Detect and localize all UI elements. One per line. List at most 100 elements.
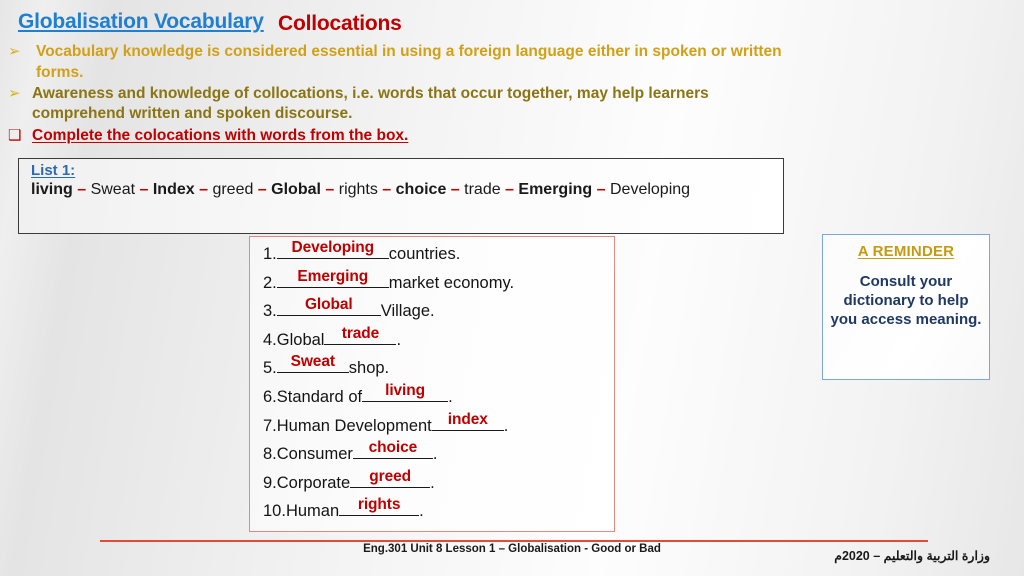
word-bank-item: Sweat [90, 181, 136, 199]
page-title: Collocations [278, 12, 402, 35]
bullet-1-line-2: forms. [36, 63, 84, 81]
bullet-1-line-1: Vocabulary knowledge is considered essen… [36, 43, 782, 60]
word-bank-item: Global [271, 181, 321, 199]
answer-row: 4. Global trade. [263, 324, 608, 357]
answer-row: 5. Sweat shop. [263, 353, 608, 385]
reminder-box: A REMINDER Consult your dictionary to he… [822, 234, 990, 380]
answer-suffix-text: shop. [348, 359, 390, 378]
arrow-bullet-icon: ➢ [8, 43, 21, 60]
word-separator: – [320, 181, 339, 199]
slide-header: Globalisation Vocabulary Collocations [14, 10, 1014, 44]
answer-blank[interactable]: trade [324, 324, 397, 345]
answer-word: rights [357, 496, 401, 514]
bullet-item-3: ❑ Complete the colocations with words fr… [8, 126, 1016, 147]
word-bank-item: rights [338, 181, 378, 199]
answer-row: 6. Standard of living. [263, 381, 608, 414]
answer-suffix-text: . [419, 502, 424, 521]
answer-number: 6. [263, 387, 277, 406]
word-separator: – [194, 181, 213, 199]
answers-box: 1. Developing countries. 2. Emerging mark… [249, 236, 615, 532]
word-bank-box: List 1: living – Sweat – Index – greed –… [18, 158, 784, 234]
answer-blank[interactable]: living [362, 381, 449, 402]
answer-row: 9. Corporate greed. [263, 467, 608, 500]
word-separator: – [446, 181, 465, 199]
bullet-2-line-1: Awareness and knowledge of collocations,… [32, 84, 709, 102]
answer-prefix-text: Human [285, 502, 340, 521]
answer-number: 5. [263, 359, 277, 378]
word-separator: – [135, 181, 153, 199]
word-separator: – [377, 181, 396, 199]
answer-prefix-text: Standard of [276, 387, 363, 406]
answer-word: Emerging [297, 267, 369, 285]
answer-number: 7. [263, 416, 277, 435]
footer-divider [100, 540, 928, 543]
footer-arabic: وزارة التربية والتعليم – 2020م [834, 549, 990, 563]
word-bank-item: Developing [610, 181, 691, 199]
word-separator: – [72, 181, 91, 199]
answer-word: trade [341, 324, 380, 342]
word-bank-item: greed [212, 181, 254, 199]
word-bank-item: Emerging [518, 181, 593, 199]
bullet-2-line-2: comprehend written and spoken discourse. [32, 105, 353, 123]
answer-blank[interactable]: rights [339, 496, 420, 517]
arrow-bullet-icon: ➢ [8, 84, 21, 102]
answer-row: 2. Emerging market economy. [263, 267, 608, 300]
answer-prefix-text: Global [276, 330, 325, 349]
answer-blank[interactable]: greed [350, 467, 431, 488]
answer-prefix-text: Consumer [276, 445, 353, 464]
answer-number: 9. [263, 473, 277, 492]
square-bullet-icon: ❑ [8, 127, 22, 145]
word-separator: – [592, 181, 610, 199]
bullet-list: ➢ Vocabulary knowledge is considered ess… [8, 42, 1016, 147]
word-bank-item: Index [152, 181, 195, 199]
answer-blank[interactable]: Emerging [276, 267, 389, 288]
answer-suffix-text: Village. [380, 302, 435, 321]
slide-canvas: Globalisation Vocabulary Collocations ➢ … [0, 0, 1024, 576]
answer-suffix-text: market economy. [388, 273, 515, 292]
answer-prefix-text: Human Development [276, 416, 432, 435]
answer-suffix-text: countries. [388, 245, 461, 263]
word-bank-item: trade [464, 181, 501, 199]
word-bank-item: choice [395, 181, 447, 199]
answer-word: Global [304, 296, 353, 314]
answer-row: 3. Global Village. [263, 296, 608, 328]
answer-number: 1. [263, 245, 277, 263]
answer-suffix-text: . [503, 416, 509, 435]
answer-suffix-text: . [430, 473, 435, 492]
answer-row: 1. Developing countries. [263, 239, 608, 271]
reminder-title: A REMINDER [857, 243, 955, 260]
answer-word: greed [369, 467, 411, 485]
bullet-item-1: ➢ Vocabulary knowledge is considered ess… [8, 42, 1016, 84]
word-bank-item: living [31, 181, 73, 199]
answer-suffix-text: . [432, 445, 438, 464]
answer-row: 8. Consumer choice. [263, 439, 608, 471]
answer-blank[interactable]: choice [352, 439, 433, 460]
answer-row: 7. Human Development index. [263, 410, 608, 443]
answer-word: choice [368, 439, 418, 457]
answer-blank[interactable]: Developing [276, 239, 389, 259]
answer-blank[interactable]: index [431, 410, 504, 431]
answer-word: Sweat [290, 353, 335, 371]
answer-blank[interactable]: Global [276, 296, 381, 317]
answer-word: living [385, 381, 426, 399]
answer-word: Developing [291, 239, 375, 256]
answer-suffix-text: . [396, 330, 402, 349]
topic-label: Globalisation Vocabulary [18, 10, 264, 33]
word-separator: – [500, 181, 519, 199]
answer-number: 8. [263, 445, 277, 464]
answer-blank[interactable]: Sweat [276, 353, 349, 374]
word-bank-words: living – Sweat – Index – greed – Global … [31, 180, 775, 200]
instruction-text: Complete the colocations with words from… [32, 127, 409, 145]
answer-prefix-text: Corporate [276, 473, 351, 492]
reminder-body: Consult your dictionary to help you acce… [830, 273, 982, 329]
answer-word: index [447, 410, 488, 428]
answer-number: 3. [263, 302, 277, 321]
list-label: List 1: [31, 162, 76, 179]
answer-number: 2. [263, 273, 277, 292]
word-separator: – [253, 181, 272, 199]
answer-number: 4. [263, 330, 277, 349]
bullet-item-2: ➢ Awareness and knowledge of collocation… [8, 84, 1016, 126]
answer-number: 10. [263, 502, 286, 521]
answer-suffix-text: . [448, 387, 453, 406]
answer-row: 10. Human rights. [263, 496, 608, 528]
